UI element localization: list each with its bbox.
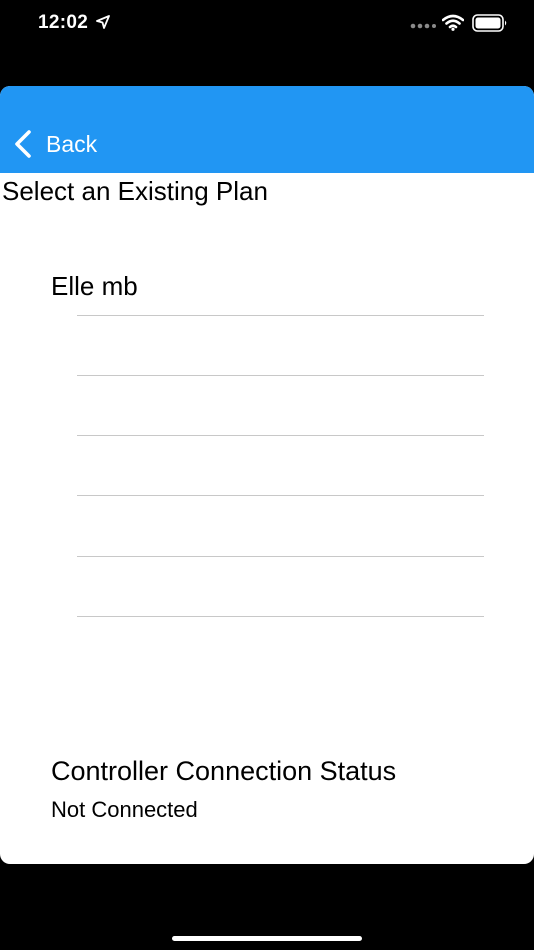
back-button[interactable]: Back xyxy=(12,126,97,162)
plan-selection-sheet: Back Select an Existing Plan Elle mb Con… xyxy=(0,86,534,864)
plan-item[interactable] xyxy=(77,435,484,496)
chevron-left-icon xyxy=(15,130,31,158)
cellular-signal-icon xyxy=(410,23,436,29)
phone-screen: 12:02 Back Select an Existing Plan Elle … xyxy=(0,0,534,950)
plan-item[interactable] xyxy=(77,375,484,436)
location-arrow-icon xyxy=(96,15,110,29)
battery-icon xyxy=(472,14,507,32)
back-label: Back xyxy=(46,130,98,157)
status-time: 12:02 xyxy=(38,12,89,33)
plan-item[interactable] xyxy=(77,315,484,376)
wifi-icon xyxy=(442,14,464,31)
plan-item[interactable] xyxy=(77,495,484,556)
list-divider xyxy=(77,616,484,617)
page-title: Select an Existing Plan xyxy=(2,176,268,206)
connection-status-heading: Controller Connection Status xyxy=(51,756,397,786)
plan-item[interactable] xyxy=(77,556,484,617)
status-bar: 12:02 xyxy=(0,0,534,48)
navigation-bar: Back xyxy=(0,86,534,173)
plan-item[interactable]: Elle mb xyxy=(51,271,138,302)
home-indicator[interactable] xyxy=(172,936,362,941)
connection-status-value: Not Connected xyxy=(51,797,198,822)
